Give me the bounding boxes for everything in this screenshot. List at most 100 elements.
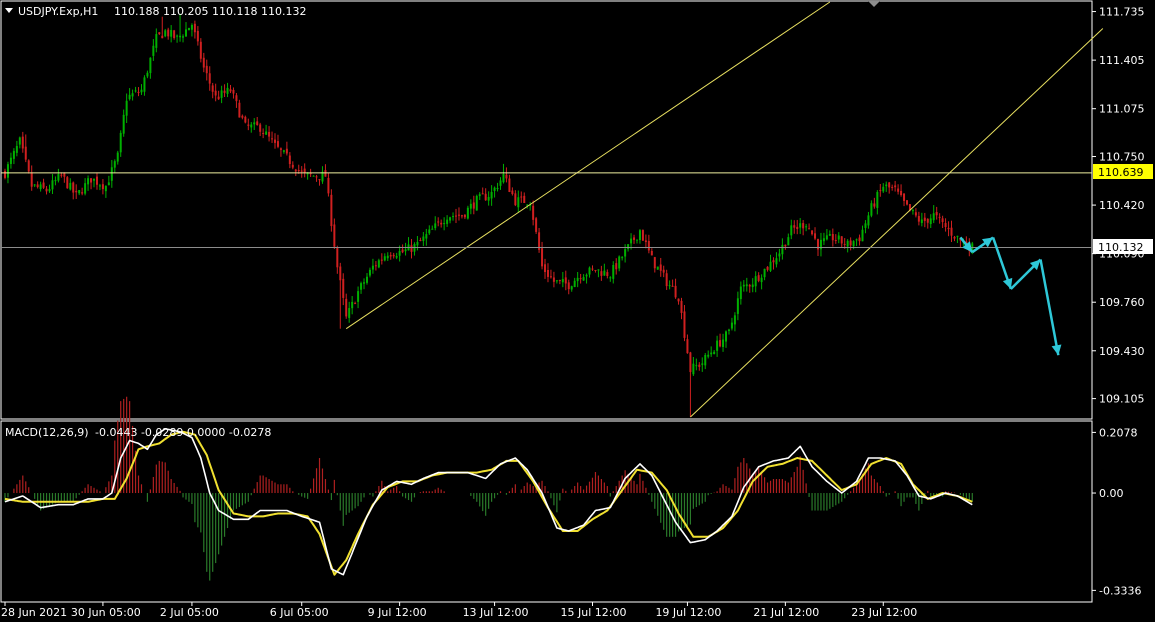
- candle-body: [511, 190, 514, 194]
- candle-body: [944, 223, 947, 228]
- candle-body: [638, 230, 641, 241]
- candle-body: [885, 184, 888, 187]
- candle-body: [205, 65, 208, 74]
- candle-body: [888, 182, 891, 188]
- candle-body: [137, 91, 140, 93]
- candle-body: [505, 174, 508, 179]
- candle-body: [502, 173, 505, 183]
- candle-body: [107, 182, 110, 186]
- candle-body: [354, 303, 357, 305]
- candle-body: [90, 178, 93, 183]
- candle-body: [870, 203, 873, 216]
- candle-body: [858, 237, 861, 242]
- candle-body: [466, 207, 469, 219]
- candle-body: [131, 93, 134, 97]
- candle-body: [104, 185, 107, 192]
- candle-body: [223, 90, 226, 93]
- candle-body: [66, 177, 69, 189]
- candle-body: [149, 57, 152, 74]
- candle-body: [190, 24, 193, 30]
- candle-body: [294, 169, 297, 172]
- candle-body: [75, 190, 78, 193]
- candle-body: [401, 249, 404, 253]
- candle-body: [93, 178, 96, 181]
- candle-body: [612, 264, 615, 279]
- candle-body: [315, 176, 318, 178]
- candle-body: [122, 114, 125, 134]
- candle-body: [597, 269, 600, 271]
- candle-body: [799, 223, 802, 228]
- candle-body: [567, 282, 570, 290]
- candle-body: [825, 235, 828, 240]
- candle-body: [917, 216, 920, 222]
- candle-body: [193, 23, 196, 33]
- candle-body: [828, 234, 831, 236]
- candle-body: [834, 240, 837, 242]
- candle-body: [57, 174, 60, 181]
- candle-body: [217, 96, 220, 100]
- candle-body: [840, 236, 843, 244]
- candle-body: [582, 277, 585, 281]
- price-tick-label: 111.075: [1099, 103, 1145, 116]
- candle-body: [116, 152, 119, 162]
- candle-body: [929, 218, 932, 225]
- candle-body: [36, 184, 39, 188]
- candle-body: [345, 298, 348, 317]
- candle-body: [894, 185, 897, 188]
- price-tick-label: 109.430: [1099, 345, 1145, 358]
- candle-body: [170, 30, 173, 37]
- candle-body: [101, 184, 104, 190]
- candle-body: [701, 363, 704, 365]
- candle-body: [704, 354, 707, 366]
- time-tick-label: 9 Jul 12:00: [368, 606, 427, 619]
- candle-body: [787, 237, 790, 246]
- candle-body: [490, 191, 493, 199]
- candle-body: [576, 277, 579, 282]
- candle-body: [609, 277, 612, 279]
- candle-body: [585, 274, 588, 277]
- candle-body: [790, 225, 793, 236]
- candle-body: [158, 32, 161, 35]
- candle-body: [27, 160, 30, 172]
- candle-body: [805, 226, 808, 228]
- candle-body: [674, 285, 677, 298]
- candle-body: [906, 200, 909, 205]
- candle-body: [624, 249, 627, 257]
- candle-body: [318, 179, 321, 181]
- candle-body: [814, 233, 817, 239]
- candle-body: [146, 72, 149, 77]
- candle-body: [757, 275, 760, 281]
- candle-body: [659, 264, 662, 271]
- candle-body: [291, 164, 294, 168]
- candle-body: [811, 230, 814, 235]
- candle-body: [357, 291, 360, 302]
- candle-body: [861, 229, 864, 242]
- macd-tick-label: 0.00: [1099, 487, 1124, 500]
- candle-body: [437, 221, 440, 223]
- candle-body: [606, 272, 609, 277]
- candle-body: [184, 29, 187, 37]
- candle-body: [425, 234, 428, 239]
- candle-body: [143, 77, 146, 92]
- candle-body: [220, 90, 223, 98]
- macd-tick-label: 0.2078: [1099, 426, 1138, 439]
- candle-body: [262, 132, 265, 134]
- candle-body: [831, 234, 834, 241]
- candle-body: [644, 240, 647, 243]
- candle-body: [588, 267, 591, 275]
- candle-body: [256, 121, 259, 126]
- candle-body: [383, 256, 386, 261]
- price-and-macd-chart: 111.735111.405111.075110.750110.420110.0…: [0, 0, 1155, 622]
- candle-body: [238, 102, 241, 118]
- candle-body: [247, 124, 250, 126]
- candle-body: [956, 235, 959, 237]
- price-tick-label: 109.105: [1099, 393, 1145, 406]
- candle-body: [855, 239, 858, 241]
- candle-body: [279, 148, 282, 150]
- candle-body: [333, 224, 336, 247]
- candle-body: [911, 210, 914, 212]
- candle-body: [793, 225, 796, 228]
- candle-body: [265, 131, 268, 135]
- candle-body: [555, 280, 558, 282]
- macd-values: -0.0443 -0.0289 0.0000 -0.0278: [95, 426, 271, 439]
